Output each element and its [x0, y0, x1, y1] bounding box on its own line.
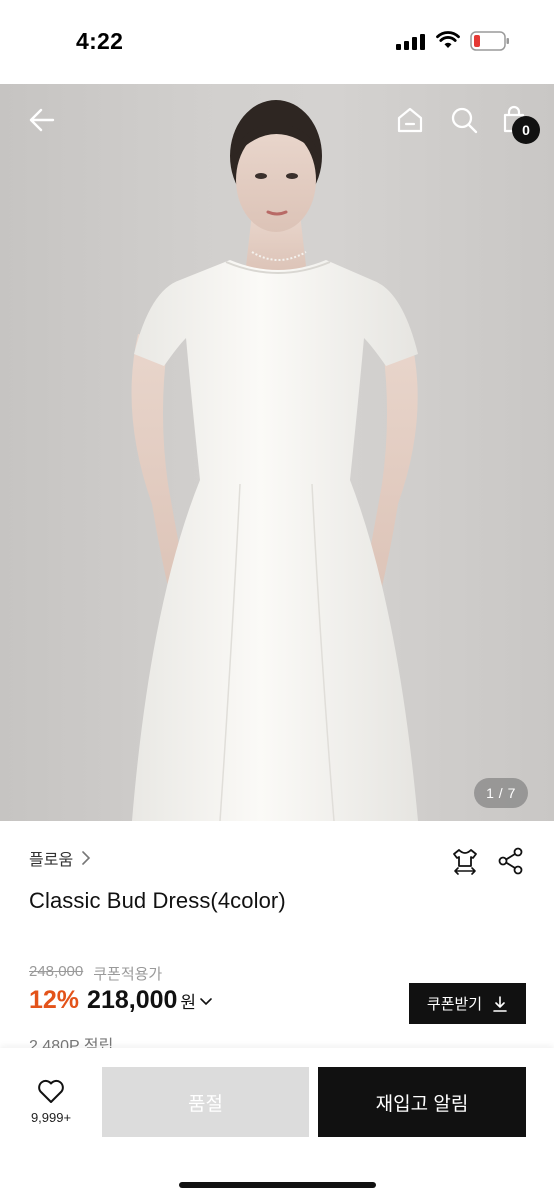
restock-alert-button[interactable]: 재입고 알림: [318, 1067, 526, 1137]
price-dropdown[interactable]: 12% 218,000 원: [29, 986, 213, 1015]
soldout-button[interactable]: 품절: [102, 1067, 309, 1137]
share-button[interactable]: [496, 846, 526, 876]
brand-name: 플로움: [29, 852, 74, 869]
cart-count-badge: 0: [512, 116, 540, 144]
product-photo: [131, 100, 418, 821]
original-price-row: 248,000 쿠폰적용가: [29, 963, 162, 984]
status-bar: 4:22: [0, 0, 554, 84]
home-icon: [397, 107, 423, 133]
arrow-left-icon: [29, 108, 55, 132]
currency-unit: 원: [180, 993, 197, 1012]
chevron-down-icon: [200, 998, 212, 1006]
bottom-action-bar: 9,999+ 품절 재입고 알림: [0, 1048, 554, 1200]
original-price: 248,000: [29, 963, 84, 980]
search-icon: [451, 107, 478, 134]
like-count: 9,999+: [30, 1110, 72, 1125]
download-coupon-button[interactable]: 쿠폰받기: [409, 983, 526, 1024]
coupon-applicable-label: 쿠폰적용가: [93, 966, 163, 983]
product-title: Classic Bud Dress(4color): [29, 888, 286, 913]
like-button[interactable]: 9,999+: [20, 1078, 82, 1134]
sale-price: 218,000: [87, 986, 178, 1014]
status-time: 4:22: [76, 28, 124, 54]
discount-rate: 12%: [29, 986, 80, 1014]
wifi-icon: [436, 31, 460, 48]
signal-icon: [396, 34, 425, 50]
home-button[interactable]: [390, 100, 430, 140]
brand-link[interactable]: 플로움: [29, 846, 93, 870]
product-actions: [450, 846, 526, 876]
search-button[interactable]: [444, 100, 484, 140]
size-guide-button[interactable]: [450, 846, 480, 876]
back-button[interactable]: [22, 100, 62, 140]
download-icon: [493, 995, 507, 1012]
battery-icon: [470, 31, 509, 51]
product-image-gallery[interactable]: 0 1 / 7: [0, 84, 554, 821]
gallery-page-indicator: 1 / 7: [474, 778, 528, 808]
size-guide-icon: [453, 849, 477, 875]
chevron-right-icon: [82, 851, 91, 865]
share-icon: [498, 847, 523, 875]
coupon-button-label: 쿠폰받기: [426, 996, 483, 1013]
home-indicator: [179, 1182, 376, 1188]
heart-icon: [38, 1079, 64, 1103]
